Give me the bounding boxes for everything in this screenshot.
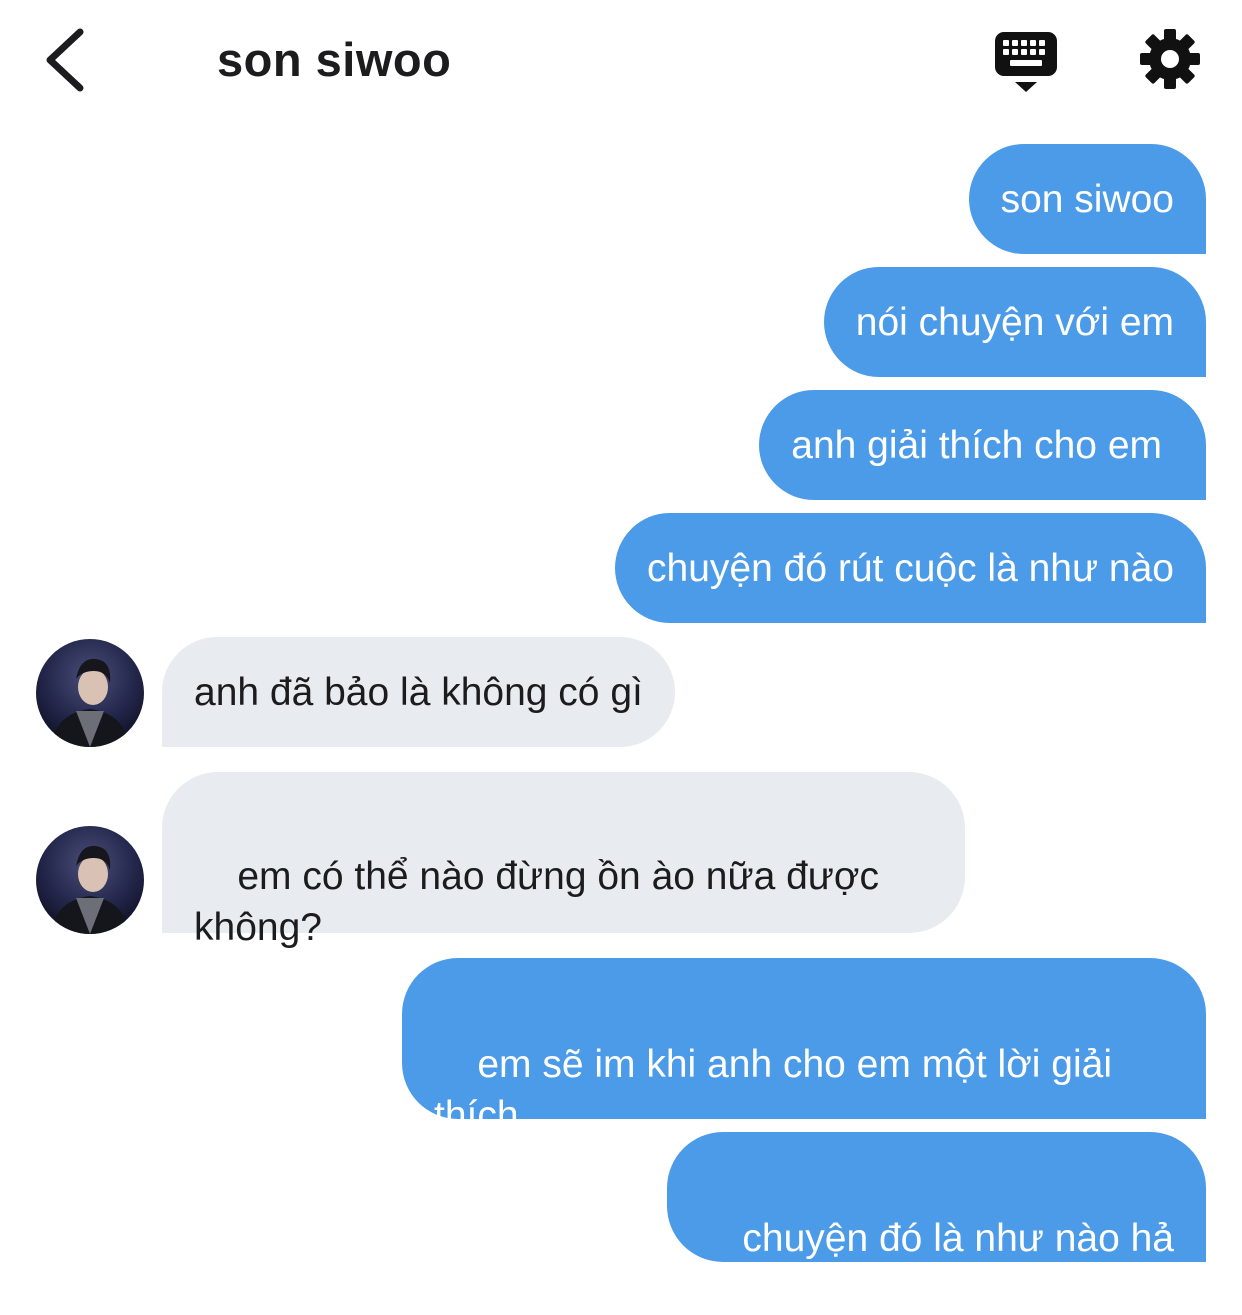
avatar[interactable] [36,639,144,747]
chat-title: son siwoo [217,33,452,86]
message-text: chuyện đó rút cuộc là như nào [647,546,1174,590]
message-bubble-incoming[interactable]: em có thể nào đừng ồn ào nữa được không? [162,772,965,949]
chevron-left-icon [46,28,84,92]
message-bubble-outgoing[interactable]: em sẽ im khi anh cho em một lời giải thí… [402,958,1206,1137]
message-bubble-outgoing[interactable]: nói chuyện với em [823,267,1206,377]
message-text: son siwoo [1000,177,1174,221]
avatar-image [36,826,144,934]
settings-button[interactable] [1139,28,1201,90]
message-text: anh giải thích cho em [791,423,1162,467]
message-text: anh đã bảo là không có gì [194,670,643,714]
message-bubble-outgoing[interactable]: anh giải thích cho em [759,390,1206,500]
message-text: nói chuyện với em [855,300,1174,344]
message-bubble-outgoing[interactable]: son siwoo [968,144,1206,254]
message-text: em có thể nào đừng ồn ào nữa được không? [194,855,879,949]
chat-header: son siwoo [0,0,1242,120]
message-bubble-incoming[interactable]: anh đã bảo là không có gì [162,637,675,747]
keyboard-button[interactable] [993,30,1059,94]
message-text: em sẽ im khi anh cho em một lời giải thí… [434,1043,1112,1137]
keyboard-icon [995,32,1057,92]
avatar[interactable] [36,826,144,934]
gear-icon [1140,29,1200,89]
message-bubble-outgoing[interactable]: chuyện đó rút cuộc là như nào [615,513,1206,623]
avatar-image [36,639,144,747]
message-bubble-outgoing[interactable]: chuyện đó là như nào hả [667,1132,1206,1262]
message-text: chuyện đó là như nào hả [742,1217,1174,1260]
back-button[interactable] [36,22,100,98]
